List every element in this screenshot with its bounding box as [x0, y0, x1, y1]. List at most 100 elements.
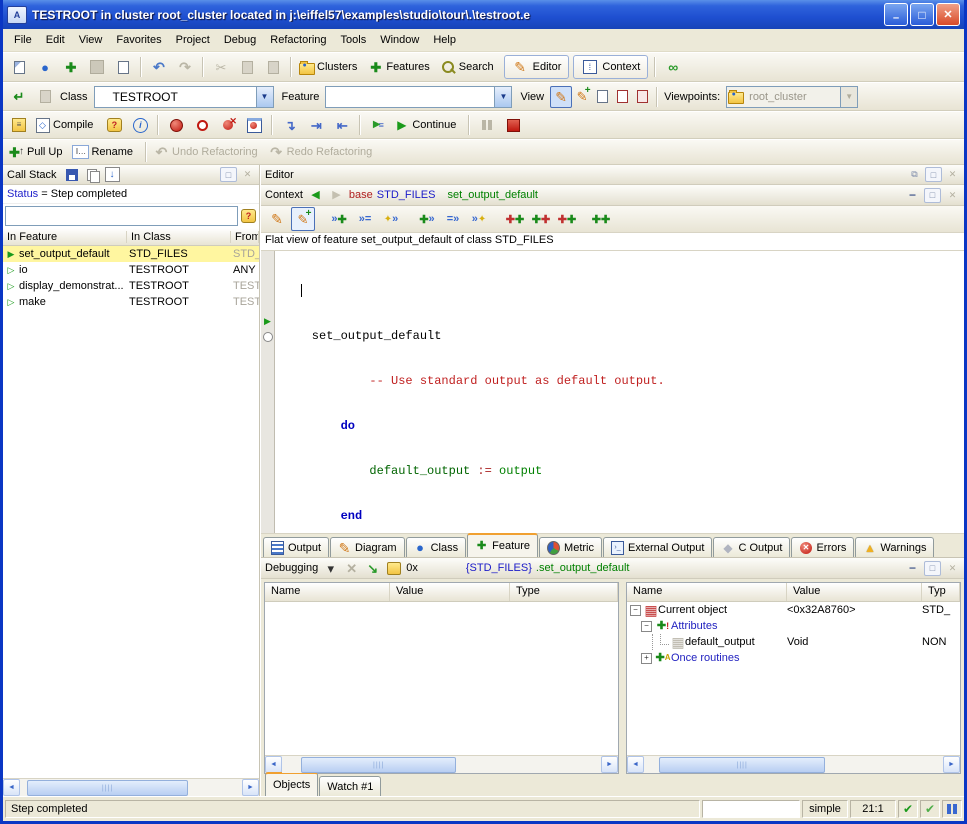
menu-favorites[interactable]: Favorites: [109, 31, 168, 49]
scroll-thumb[interactable]: [301, 757, 456, 773]
collapse-toggle-icon[interactable]: −: [630, 605, 641, 616]
tab-c-output[interactable]: C Output: [713, 537, 790, 557]
save-all-button[interactable]: [110, 56, 136, 78]
breakpoint-slot-icon[interactable]: [261, 329, 274, 344]
analysis-status-button[interactable]: [920, 800, 940, 818]
descendants-button[interactable]: [555, 207, 579, 231]
stop-button[interactable]: [500, 114, 526, 136]
edit-feature-button[interactable]: [265, 207, 289, 231]
debugging-menu-arrow-icon[interactable]: [322, 560, 339, 577]
context-back-button[interactable]: [307, 187, 324, 204]
open-class-button[interactable]: [6, 86, 32, 108]
interface-view-button[interactable]: [632, 87, 652, 107]
call-stack-hscrollbar[interactable]: [3, 778, 259, 796]
callers-button[interactable]: [327, 207, 351, 231]
menu-project[interactable]: Project: [169, 31, 217, 49]
context-tool-button[interactable]: Context: [573, 55, 648, 79]
objects-column-value[interactable]: Value: [787, 583, 922, 601]
link-context-button[interactable]: [660, 56, 686, 78]
hex-format-label[interactable]: 0x: [406, 562, 418, 574]
menu-window[interactable]: Window: [373, 31, 426, 49]
scroll-right-button[interactable]: [943, 756, 960, 773]
new-window-button[interactable]: [6, 56, 32, 78]
tab-diagram[interactable]: Diagram: [330, 537, 405, 557]
scroll-thumb[interactable]: [27, 780, 189, 796]
objects-column-name[interactable]: Name: [627, 583, 787, 601]
menu-tools[interactable]: Tools: [334, 31, 374, 49]
run-ignore-breakpoints-button[interactable]: [365, 114, 391, 136]
tree-row-once-routines[interactable]: +Once routines: [627, 650, 960, 666]
tab-errors[interactable]: Errors: [791, 537, 854, 557]
compile-button[interactable]: Compile: [32, 114, 101, 136]
editor-restore-button[interactable]: [907, 168, 922, 181]
tree-row-default-output[interactable]: default_output Void NON: [627, 634, 960, 650]
scroll-right-button[interactable]: [242, 779, 259, 796]
tab-feature[interactable]: Feature: [467, 533, 538, 557]
breadcrumb-class[interactable]: STD_FILES: [377, 189, 436, 201]
breadcrumb-cluster[interactable]: base: [349, 189, 373, 201]
call-stack-row[interactable]: display_demonstrat... TESTROOT TEST: [3, 278, 259, 294]
minimize-button[interactable]: [884, 3, 908, 26]
tab-objects[interactable]: Objects: [265, 772, 318, 796]
scroll-left-button[interactable]: [265, 756, 282, 773]
compile-status-button[interactable]: [898, 800, 918, 818]
scroll-right-button[interactable]: [601, 756, 618, 773]
scroll-left-button[interactable]: [3, 779, 20, 796]
breadcrumb-feature[interactable]: set_output_default: [447, 189, 538, 201]
watch-column-type[interactable]: Type: [510, 583, 618, 601]
tree-row-attributes[interactable]: −Attributes: [627, 618, 960, 634]
call-stack-maximize-button[interactable]: [220, 167, 237, 182]
scroll-thumb[interactable]: [659, 757, 825, 773]
column-in-feature[interactable]: In Feature: [3, 231, 127, 243]
collapse-toggle-icon[interactable]: −: [641, 621, 652, 632]
search-button[interactable]: Search: [438, 56, 502, 78]
class-combobox-arrow-icon[interactable]: [256, 87, 273, 107]
call-stack-row-current[interactable]: set_output_default STD_FILES STD_: [3, 246, 259, 262]
context-forward-button[interactable]: [328, 187, 345, 204]
maximize-button[interactable]: [910, 3, 934, 26]
set-stack-depth-button[interactable]: [104, 166, 121, 183]
breakpoint-margin[interactable]: [261, 251, 275, 533]
encoding-mode[interactable]: simple: [802, 800, 848, 818]
feature-combobox-arrow-icon[interactable]: [494, 87, 511, 107]
flat-view-button[interactable]: [592, 87, 612, 107]
menu-file[interactable]: File: [7, 31, 39, 49]
close-button[interactable]: [936, 3, 960, 26]
copy-button[interactable]: [234, 56, 260, 78]
tree-row-current-object[interactable]: −Current object <0x32A8760> STD_: [627, 602, 960, 618]
editor-close-button[interactable]: [945, 168, 960, 181]
new-class-button[interactable]: [58, 56, 84, 78]
project-info-button[interactable]: [127, 114, 153, 136]
undo-refactoring-button[interactable]: Undo Refactoring: [151, 141, 266, 163]
pull-up-button[interactable]: Pull Up: [6, 141, 70, 163]
cut-button[interactable]: [208, 56, 234, 78]
callees-button[interactable]: [415, 207, 439, 231]
objects-hscrollbar[interactable]: [627, 755, 960, 773]
creators-button[interactable]: [379, 207, 403, 231]
project-settings-button[interactable]: [6, 114, 32, 136]
tab-output[interactable]: Output: [263, 537, 329, 557]
editor-tool-button[interactable]: Editor: [504, 55, 570, 79]
scroll-left-button[interactable]: [627, 756, 644, 773]
debugging-minimize-button[interactable]: [905, 562, 920, 575]
stack-filter-input[interactable]: [5, 206, 238, 226]
tab-external-output[interactable]: External Output: [603, 537, 712, 557]
debugging-close-button[interactable]: [945, 562, 960, 575]
tab-warnings[interactable]: Warnings: [855, 537, 934, 557]
watch-column-value[interactable]: Value: [390, 583, 510, 601]
object-comment-button[interactable]: [385, 560, 402, 577]
continue-button[interactable]: Continue: [391, 114, 464, 136]
call-stack-row[interactable]: make TESTROOT TEST: [3, 294, 259, 310]
call-stack-close-button[interactable]: [240, 168, 255, 181]
clickable-view-button[interactable]: [572, 87, 592, 107]
creations-button[interactable]: [467, 207, 491, 231]
context-minimize-button[interactable]: [905, 189, 920, 202]
context-close-button[interactable]: [945, 189, 960, 202]
debugging-close-tool-button[interactable]: [343, 560, 360, 577]
context-maximize-button[interactable]: [924, 188, 941, 203]
copy-stack-button[interactable]: [84, 166, 101, 183]
disable-breakpoints-button[interactable]: [189, 114, 215, 136]
ancestors-button[interactable]: [503, 207, 527, 231]
show-breakpoints-button[interactable]: [241, 114, 267, 136]
menu-refactoring[interactable]: Refactoring: [263, 31, 333, 49]
